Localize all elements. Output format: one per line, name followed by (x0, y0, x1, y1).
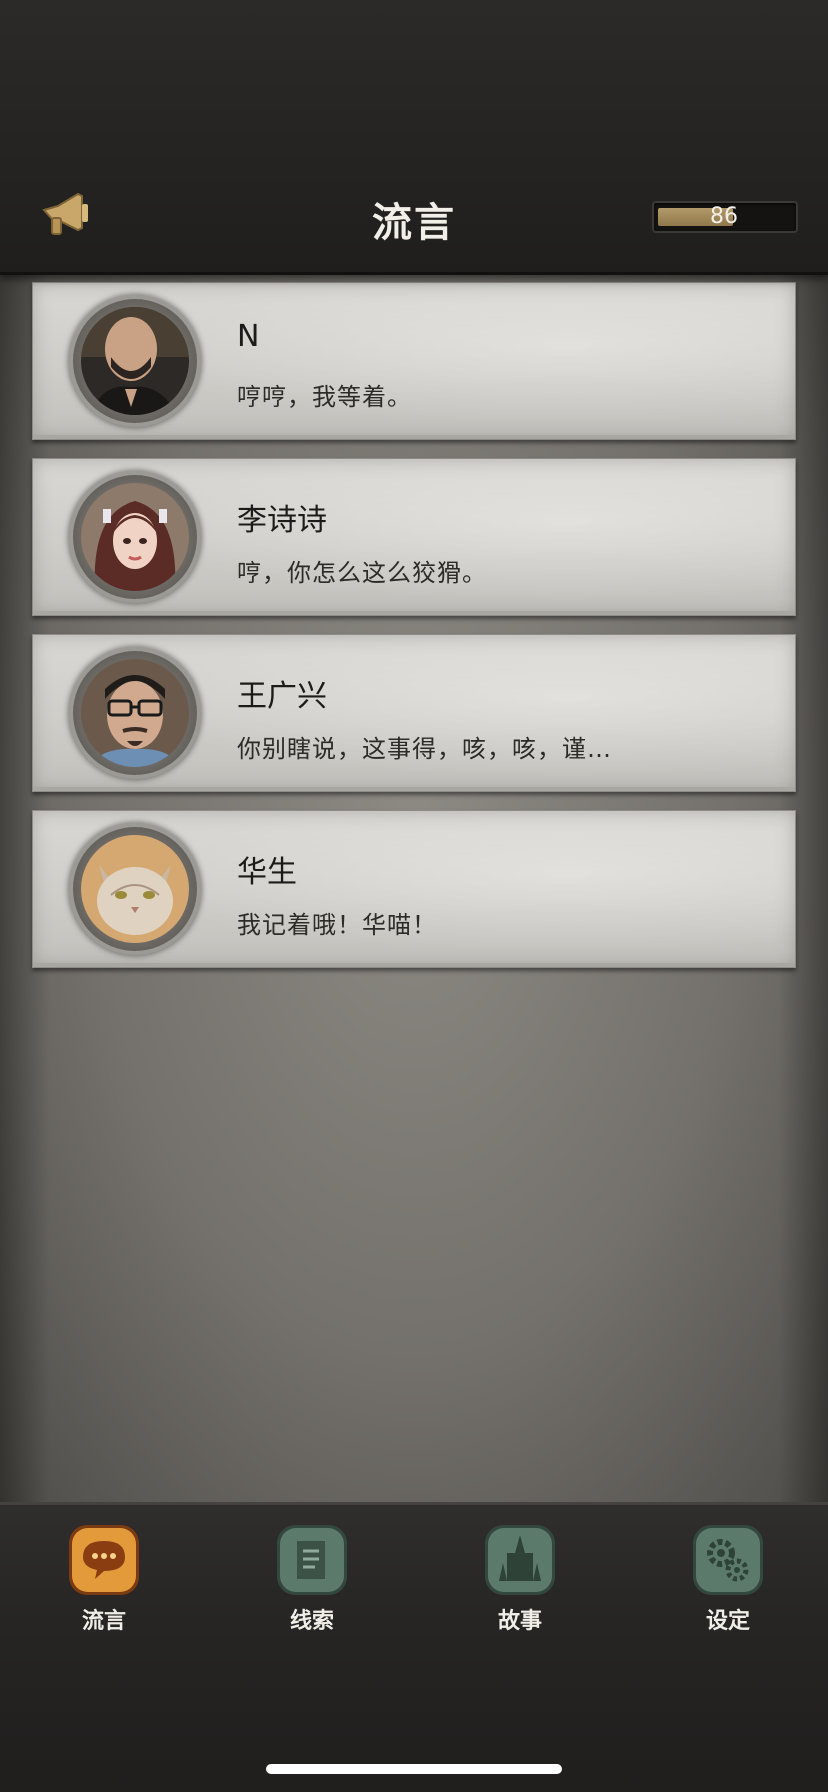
man-with-beard-avatar (81, 307, 189, 415)
tab-label: 故事 (497, 1608, 542, 1634)
energy-meter-value: 86 (710, 204, 738, 229)
tab-label: 流言 (81, 1608, 126, 1634)
tab-clues[interactable]: 线索 (252, 1523, 372, 1643)
avatar-frame (73, 299, 197, 423)
message-preview: 你别瞎说，这事得，咳，咳，谨… (237, 735, 612, 763)
message-preview: 我记着哦！华喵！ (237, 911, 437, 939)
message-card[interactable]: 李诗诗 哼，你怎么这么狡猾。 (32, 458, 796, 616)
cathedral-icon (485, 1525, 555, 1595)
contact-name: 华生 (237, 855, 297, 890)
tab-rumors[interactable]: 流言 (44, 1523, 164, 1643)
contact-name: 王广兴 (237, 679, 327, 714)
message-preview: 哼哼，我等着。 (237, 383, 412, 411)
home-indicator[interactable] (266, 1764, 562, 1774)
avatar-frame (73, 475, 197, 599)
tab-label: 线索 (289, 1608, 334, 1634)
tab-stories[interactable]: 故事 (460, 1523, 580, 1643)
message-card[interactable]: N 哼哼，我等着。 (32, 282, 796, 440)
avatar-frame (73, 651, 197, 775)
tab-label: 设定 (705, 1608, 750, 1634)
bottom-tab-bar: 流言 线索 故事 设定 (0, 1502, 828, 1792)
energy-meter: 86 (652, 201, 798, 233)
header-bar: 流言 86 (0, 0, 828, 275)
screen: 流言 86 N 哼哼，我等着。 李诗诗 哼，你怎么这么狡猾。 王广兴 你别瞎说，… (0, 0, 828, 1792)
message-preview: 哼，你怎么这么狡猾。 (237, 559, 487, 587)
tab-settings[interactable]: 设定 (668, 1523, 788, 1643)
scroll-icon (277, 1525, 347, 1595)
gears-icon (693, 1525, 763, 1595)
contact-name: N (237, 319, 260, 354)
contact-name: 李诗诗 (237, 503, 327, 538)
cat-avatar (81, 835, 189, 943)
message-card[interactable]: 王广兴 你别瞎说，这事得，咳，咳，谨… (32, 634, 796, 792)
woman-with-long-hair-avatar (81, 483, 189, 591)
man-with-glasses-avatar (81, 659, 189, 767)
speech-bubble-icon (69, 1525, 139, 1595)
avatar-frame (73, 827, 197, 951)
message-card[interactable]: 华生 我记着哦！华喵！ (32, 810, 796, 968)
